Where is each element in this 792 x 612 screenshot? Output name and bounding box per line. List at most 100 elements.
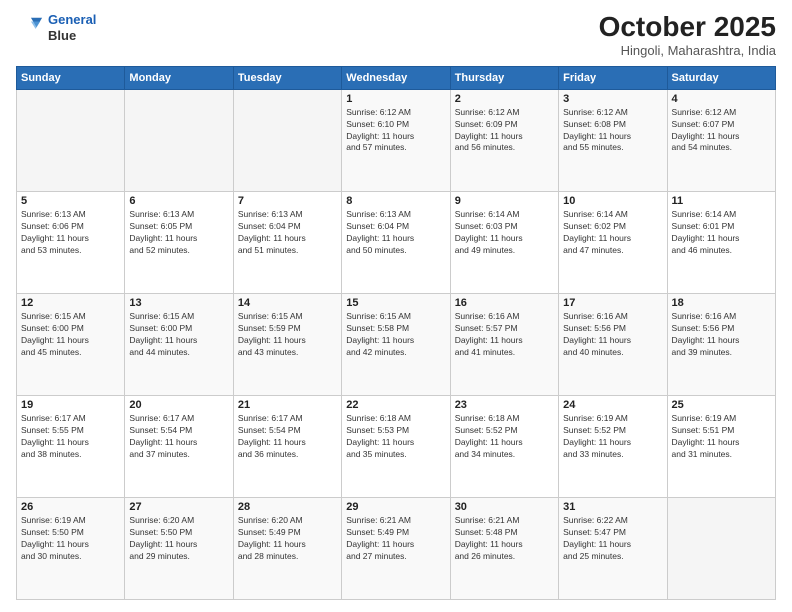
- day-info: Sunrise: 6:13 AM Sunset: 6:06 PM Dayligh…: [21, 209, 120, 257]
- day-cell: 27Sunrise: 6:20 AM Sunset: 5:50 PM Dayli…: [125, 497, 233, 599]
- day-info: Sunrise: 6:16 AM Sunset: 5:57 PM Dayligh…: [455, 311, 554, 359]
- day-info: Sunrise: 6:14 AM Sunset: 6:01 PM Dayligh…: [672, 209, 771, 257]
- day-info: Sunrise: 6:14 AM Sunset: 6:02 PM Dayligh…: [563, 209, 662, 257]
- day-cell: 23Sunrise: 6:18 AM Sunset: 5:52 PM Dayli…: [450, 395, 558, 497]
- day-info: Sunrise: 6:19 AM Sunset: 5:52 PM Dayligh…: [563, 413, 662, 461]
- day-cell: 22 Sunrise: 6:18 AM Sunset: 5:53 PM Dayli…: [342, 395, 450, 497]
- day-number: 13: [129, 297, 228, 309]
- day-number: 8: [346, 195, 445, 207]
- day-cell: 16 Sunrise: 6:16 AM Sunset: 5:57 PM Dayli…: [450, 293, 558, 395]
- day-number: 22: [346, 399, 445, 411]
- day-cell: 4 Sunrise: 6:12 AM Sunset: 6:07 PM Daylig…: [667, 89, 775, 191]
- day-cell: [125, 89, 233, 191]
- day-info: Sunrise: 6:17 AM Sunset: 5:54 PM Dayligh…: [238, 413, 337, 461]
- col-header-thursday: Thursday: [450, 66, 558, 89]
- day-number: 7: [238, 195, 337, 207]
- day-cell: 7Sunrise: 6:13 AM Sunset: 6:04 PM Daylig…: [233, 191, 341, 293]
- day-info: Sunrise: 6:15 AM Sunset: 6:00 PM Dayligh…: [129, 311, 228, 359]
- calendar-table: SundayMondayTuesdayWednesdayThursdayFrid…: [16, 66, 776, 600]
- week-row-2: 5 Sunrise: 6:13 AM Sunset: 6:06 PM Daylig…: [17, 191, 776, 293]
- day-info: Sunrise: 6:12 AM Sunset: 6:09 PM Dayligh…: [455, 107, 554, 155]
- day-number: 29: [346, 501, 445, 513]
- day-cell: 18Sunrise: 6:16 AM Sunset: 5:56 PM Dayli…: [667, 293, 775, 395]
- day-number: 21: [238, 399, 337, 411]
- day-info: Sunrise: 6:18 AM Sunset: 5:52 PM Dayligh…: [455, 413, 554, 461]
- day-number: 5: [21, 195, 120, 207]
- day-number: 3: [563, 93, 662, 105]
- title-block: October 2025 Hingoli, Maharashtra, India: [599, 12, 776, 58]
- day-info: Sunrise: 6:20 AM Sunset: 5:49 PM Dayligh…: [238, 515, 337, 563]
- day-info: Sunrise: 6:19 AM Sunset: 5:51 PM Dayligh…: [672, 413, 771, 461]
- day-info: Sunrise: 6:13 AM Sunset: 6:04 PM Dayligh…: [346, 209, 445, 257]
- day-number: 16: [455, 297, 554, 309]
- day-cell: 15Sunrise: 6:15 AM Sunset: 5:58 PM Dayli…: [342, 293, 450, 395]
- day-number: 10: [563, 195, 662, 207]
- day-cell: 26 Sunrise: 6:19 AM Sunset: 5:50 PM Dayli…: [17, 497, 125, 599]
- day-cell: 8 Sunrise: 6:13 AM Sunset: 6:04 PM Daylig…: [342, 191, 450, 293]
- day-number: 25: [672, 399, 771, 411]
- day-info: Sunrise: 6:19 AM Sunset: 5:50 PM Dayligh…: [21, 515, 120, 563]
- day-number: 6: [129, 195, 228, 207]
- day-cell: [233, 89, 341, 191]
- day-cell: 13 Sunrise: 6:15 AM Sunset: 6:00 PM Dayli…: [125, 293, 233, 395]
- col-header-monday: Monday: [125, 66, 233, 89]
- day-info: Sunrise: 6:15 AM Sunset: 6:00 PM Dayligh…: [21, 311, 120, 359]
- day-info: Sunrise: 6:14 AM Sunset: 6:03 PM Dayligh…: [455, 209, 554, 257]
- day-info: Sunrise: 6:12 AM Sunset: 6:07 PM Dayligh…: [672, 107, 771, 155]
- day-number: 14: [238, 297, 337, 309]
- day-cell: 25 Sunrise: 6:19 AM Sunset: 5:51 PM Dayli…: [667, 395, 775, 497]
- day-number: 15: [346, 297, 445, 309]
- day-number: 24: [563, 399, 662, 411]
- day-number: 26: [21, 501, 120, 513]
- day-number: 1: [346, 93, 445, 105]
- day-info: Sunrise: 6:13 AM Sunset: 6:05 PM Dayligh…: [129, 209, 228, 257]
- logo-text: General Blue: [48, 12, 96, 43]
- day-number: 28: [238, 501, 337, 513]
- day-info: Sunrise: 6:21 AM Sunset: 5:49 PM Dayligh…: [346, 515, 445, 563]
- day-info: Sunrise: 6:18 AM Sunset: 5:53 PM Dayligh…: [346, 413, 445, 461]
- day-cell: 28 Sunrise: 6:20 AM Sunset: 5:49 PM Dayli…: [233, 497, 341, 599]
- day-cell: [17, 89, 125, 191]
- day-cell: [667, 497, 775, 599]
- day-number: 4: [672, 93, 771, 105]
- day-cell: 24 Sunrise: 6:19 AM Sunset: 5:52 PM Dayli…: [559, 395, 667, 497]
- day-info: Sunrise: 6:22 AM Sunset: 5:47 PM Dayligh…: [563, 515, 662, 563]
- col-header-saturday: Saturday: [667, 66, 775, 89]
- week-row-5: 26 Sunrise: 6:19 AM Sunset: 5:50 PM Dayli…: [17, 497, 776, 599]
- day-cell: 11Sunrise: 6:14 AM Sunset: 6:01 PM Dayli…: [667, 191, 775, 293]
- day-number: 20: [129, 399, 228, 411]
- day-number: 30: [455, 501, 554, 513]
- day-cell: 29 Sunrise: 6:21 AM Sunset: 5:49 PM Dayli…: [342, 497, 450, 599]
- logo-icon: [16, 14, 44, 42]
- day-info: Sunrise: 6:12 AM Sunset: 6:10 PM Dayligh…: [346, 107, 445, 155]
- subtitle: Hingoli, Maharashtra, India: [599, 43, 776, 58]
- week-row-4: 19 Sunrise: 6:17 AM Sunset: 5:55 PM Dayli…: [17, 395, 776, 497]
- day-info: Sunrise: 6:17 AM Sunset: 5:55 PM Dayligh…: [21, 413, 120, 461]
- day-cell: 21 Sunrise: 6:17 AM Sunset: 5:54 PM Dayli…: [233, 395, 341, 497]
- day-info: Sunrise: 6:17 AM Sunset: 5:54 PM Dayligh…: [129, 413, 228, 461]
- day-cell: 9 Sunrise: 6:14 AM Sunset: 6:03 PM Daylig…: [450, 191, 558, 293]
- day-number: 27: [129, 501, 228, 513]
- col-header-sunday: Sunday: [17, 66, 125, 89]
- main-title: October 2025: [599, 12, 776, 43]
- logo-line2: Blue: [48, 28, 96, 44]
- logo-line1: General: [48, 12, 96, 27]
- day-cell: 31 Sunrise: 6:22 AM Sunset: 5:47 PM Dayli…: [559, 497, 667, 599]
- day-number: 9: [455, 195, 554, 207]
- day-cell: 5 Sunrise: 6:13 AM Sunset: 6:06 PM Daylig…: [17, 191, 125, 293]
- day-cell: 10 Sunrise: 6:14 AM Sunset: 6:02 PM Dayli…: [559, 191, 667, 293]
- col-header-friday: Friday: [559, 66, 667, 89]
- day-number: 18: [672, 297, 771, 309]
- day-number: 17: [563, 297, 662, 309]
- day-info: Sunrise: 6:12 AM Sunset: 6:08 PM Dayligh…: [563, 107, 662, 155]
- col-header-tuesday: Tuesday: [233, 66, 341, 89]
- day-cell: 1 Sunrise: 6:12 AM Sunset: 6:10 PM Daylig…: [342, 89, 450, 191]
- calendar-header-row: SundayMondayTuesdayWednesdayThursdayFrid…: [17, 66, 776, 89]
- day-number: 19: [21, 399, 120, 411]
- day-cell: 30 Sunrise: 6:21 AM Sunset: 5:48 PM Dayli…: [450, 497, 558, 599]
- day-info: Sunrise: 6:15 AM Sunset: 5:59 PM Dayligh…: [238, 311, 337, 359]
- day-info: Sunrise: 6:21 AM Sunset: 5:48 PM Dayligh…: [455, 515, 554, 563]
- day-number: 31: [563, 501, 662, 513]
- header: General Blue October 2025 Hingoli, Mahar…: [16, 12, 776, 58]
- day-info: Sunrise: 6:16 AM Sunset: 5:56 PM Dayligh…: [563, 311, 662, 359]
